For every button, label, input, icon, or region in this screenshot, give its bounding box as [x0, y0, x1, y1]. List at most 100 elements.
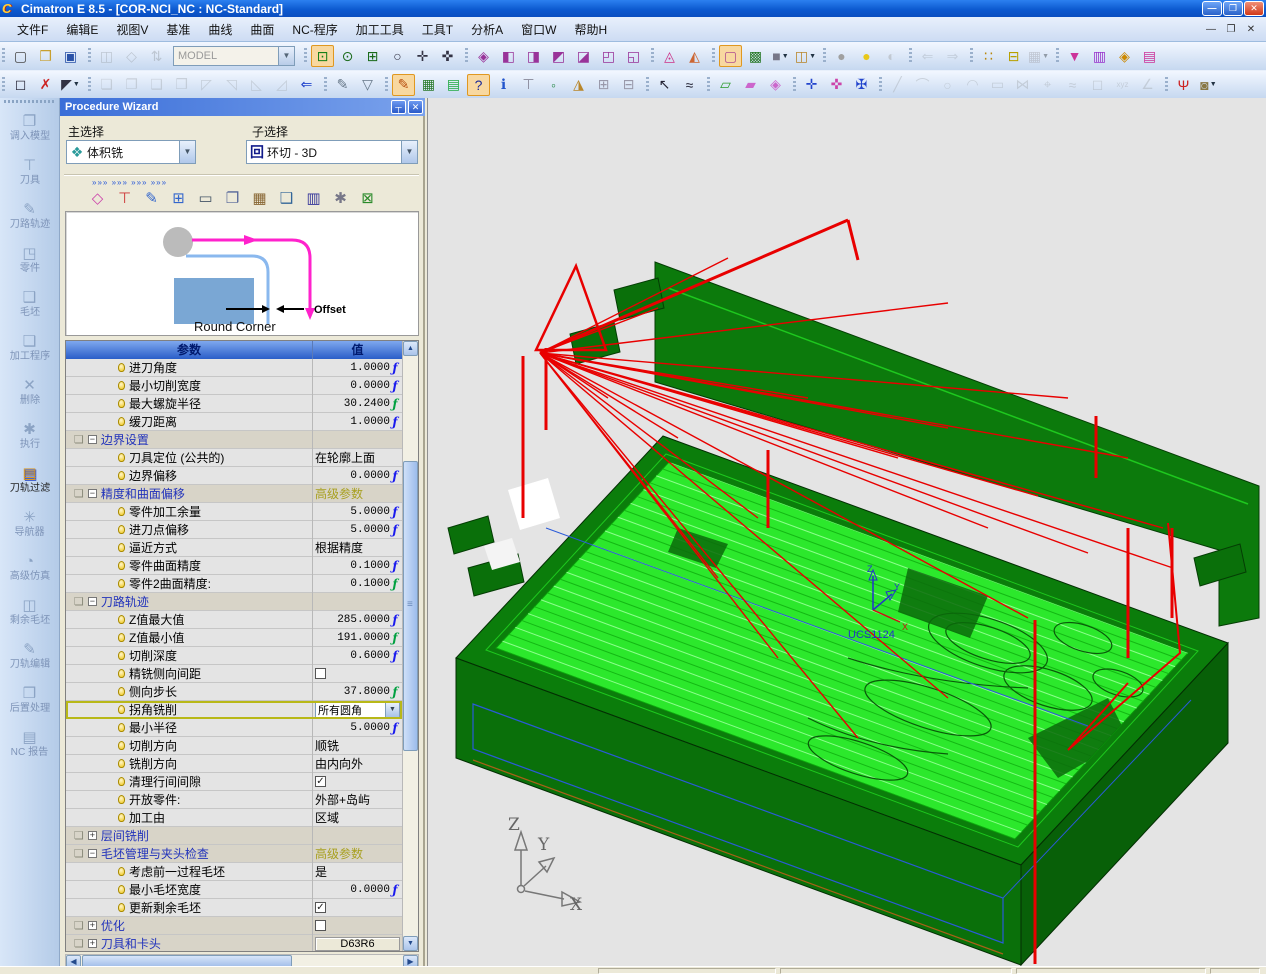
sidebar-item-stock[interactable]: ❑ 毛坯 — [1, 282, 59, 326]
formula-icon[interactable]: ƒ — [390, 397, 400, 411]
chevron-down-icon[interactable]: ▼ — [782, 53, 789, 60]
sidebar-item-simulation[interactable]: ◔ 高级仿真 — [1, 546, 59, 590]
wiz-contour-icon[interactable]: ✎ — [138, 186, 165, 210]
sidebar-item-post-process[interactable]: ❒ 后置处理 — [1, 678, 59, 722]
render-mode-icon[interactable]: ◙ ▼ — [1197, 74, 1220, 96]
wiz-parameters-icon[interactable]: ❐ — [219, 186, 246, 210]
nc-machine-icon[interactable]: ▤ — [1138, 45, 1161, 67]
menu-item-11[interactable]: 帮助H — [565, 18, 616, 41]
restore-button[interactable]: ❐ — [1223, 1, 1243, 16]
formula-icon[interactable]: ƒ — [390, 631, 400, 645]
right-view-icon[interactable]: ◱ — [622, 45, 645, 67]
zoom-dynamic-icon[interactable]: ⊙ — [336, 45, 359, 67]
pick-filter-icon[interactable]: ◤ ▼ — [59, 74, 82, 96]
table-row-0[interactable]: 进刀角度 1.0000 ƒ — [66, 358, 402, 377]
axes-blue-icon[interactable]: ✛ — [800, 74, 823, 96]
menu-item-7[interactable]: 加工工具 — [347, 18, 413, 41]
expand-icon[interactable]: + — [87, 831, 97, 840]
wiz-boundary-icon[interactable]: ⊞ — [165, 186, 192, 210]
table-row-8[interactable]: 零件加工余量 5.0000 ƒ — [66, 502, 402, 521]
table-row-17[interactable]: 精铣侧向间距 — [66, 664, 402, 683]
wizard-pin-button[interactable]: ┬ — [391, 100, 406, 114]
angle-tool-icon[interactable]: ∠ — [1136, 74, 1159, 96]
plane-green-icon[interactable]: ▱ — [714, 74, 737, 96]
wiz-tool-icon[interactable]: ⊤ — [111, 186, 138, 210]
table-row-2[interactable]: 最大螺旋半径 30.2400 ƒ — [66, 394, 402, 413]
menu-item-2[interactable]: 视图V — [107, 18, 157, 41]
graphics-viewport[interactable]: Z Y X UCS1124 Z Y X — [427, 98, 1266, 966]
collapse-icon[interactable]: − — [87, 849, 97, 858]
checkbox-unchecked[interactable] — [315, 668, 326, 679]
table-row-31[interactable]: ❏ + 优化 — [66, 916, 402, 935]
menu-item-9[interactable]: 分析A — [462, 18, 512, 41]
table-row-4[interactable]: ❏ − 边界设置 — [66, 430, 402, 449]
extend-geometry-icon[interactable]: ◺ — [245, 74, 268, 96]
main-select-combobox[interactable]: ❖ 体积铣 ▼ — [66, 140, 196, 164]
sidebar-item-execute[interactable]: ✱ 执行 — [1, 414, 59, 458]
wireframe-icon[interactable]: ▢ — [719, 45, 742, 67]
sidebar-item-nc-report[interactable]: ▤ NC 报告 — [1, 722, 59, 766]
formula-icon[interactable]: ƒ — [390, 415, 400, 429]
collapse-icon[interactable]: − — [87, 489, 97, 498]
chevron-down-icon[interactable]: ▼ — [1210, 81, 1217, 88]
value-dropdown[interactable]: 所有圆角 ▼ — [315, 701, 400, 718]
delete-geometry-icon[interactable]: ◸ — [195, 74, 218, 96]
pick-cancel-icon[interactable]: ✗ — [34, 74, 57, 96]
save-icon[interactable]: ▣ — [59, 45, 82, 67]
table-row-12[interactable]: 零件2曲面精度: 0.1000 ƒ — [66, 574, 402, 593]
menu-item-10[interactable]: 窗口W — [512, 18, 565, 41]
chevron-down-icon[interactable]: ▼ — [73, 81, 80, 88]
measure-icon[interactable]: ⊟ — [1002, 45, 1025, 67]
bottom-view-icon[interactable]: ◪ — [572, 45, 595, 67]
chevron-down-icon[interactable]: ▼ — [385, 702, 399, 717]
parameter-list-icon[interactable]: ▤ — [442, 74, 465, 96]
load-ref-model-icon[interactable]: ◫ — [95, 45, 118, 67]
sidebar-item-delete[interactable]: ✕ 删除 — [1, 370, 59, 414]
table-row-18[interactable]: 侧向步长 37.8000 ƒ — [66, 682, 402, 701]
formula-icon[interactable]: ƒ — [390, 613, 400, 627]
table-row-30[interactable]: 更新剩余毛坯 ✓ — [66, 898, 402, 917]
view-back-icon[interactable]: ⇐ — [916, 45, 939, 67]
table-row-10[interactable]: 逼近方式 根据精度 — [66, 538, 402, 557]
wiz-save-icon[interactable]: ▥ — [300, 186, 327, 210]
wizard-close-button[interactable]: ✕ — [408, 100, 423, 114]
table-row-29[interactable]: 最小毛坯宽度 0.0000 ƒ — [66, 880, 402, 899]
nc-tool-icon[interactable]: ▼ — [1063, 45, 1086, 67]
collapse-icon[interactable]: − — [87, 435, 97, 444]
axes-pink-icon[interactable]: ✜ — [825, 74, 848, 96]
solid-fillet-icon[interactable]: ◮ — [567, 74, 590, 96]
line-tool-icon[interactable]: ╱ — [886, 74, 909, 96]
ucs-box-icon[interactable]: ◻ — [1086, 74, 1109, 96]
checkbox-checked[interactable]: ✓ — [315, 776, 326, 787]
table-row-15[interactable]: Z值最小值 191.0000 ƒ — [66, 628, 402, 647]
view-store-icon[interactable]: ◭ — [683, 45, 706, 67]
rect-tool-icon[interactable]: ▭ — [986, 74, 1009, 96]
back-view-icon[interactable]: ◨ — [522, 45, 545, 67]
scroll-up-button[interactable]: ▲ — [403, 341, 418, 356]
nc-tool-table-icon[interactable]: ◈ — [1113, 45, 1136, 67]
mdi-close-button[interactable]: ✕ — [1244, 24, 1258, 35]
formula-icon[interactable]: ƒ — [390, 379, 400, 393]
zoom-icon[interactable]: ○ — [386, 45, 409, 67]
table-row-25[interactable]: 加工由 区域 — [66, 808, 402, 827]
menu-item-3[interactable]: 基准 — [157, 18, 199, 41]
wiz-batch-icon[interactable]: ✱ — [327, 186, 354, 210]
clip-view-icon[interactable]: ◫ ▼ — [794, 45, 817, 67]
formula-icon[interactable]: ƒ — [390, 721, 400, 735]
offset-geometry-icon[interactable]: ◿ — [270, 74, 293, 96]
axes-move-icon[interactable]: ✠ — [850, 74, 873, 96]
table-row-3[interactable]: 缓刀距离 1.0000 ƒ — [66, 412, 402, 431]
trim-tool-icon[interactable]: ⋈ — [1011, 74, 1034, 96]
zoom-fit-icon[interactable]: ⊡ — [311, 45, 334, 67]
sub-select-combobox[interactable]: 回 环切 - 3D ▼ — [246, 140, 418, 164]
arc-tool-icon[interactable]: ⌒ — [911, 74, 934, 96]
polyline-pick-icon[interactable]: ≈ — [678, 74, 701, 96]
chevron-down-icon[interactable]: ▼ — [401, 141, 417, 163]
expand-icon[interactable]: + — [87, 921, 97, 930]
update-model-icon[interactable]: ⇅ — [145, 45, 168, 67]
view-previous-icon[interactable]: ◬ — [658, 45, 681, 67]
table-row-22[interactable]: 铣削方向 由内向外 — [66, 754, 402, 773]
split-vertical-icon[interactable]: ⊟ — [617, 74, 640, 96]
tool-name-button[interactable]: D63R6 — [315, 936, 400, 951]
attach-table-icon[interactable]: ▦ ▼ — [1027, 45, 1050, 67]
